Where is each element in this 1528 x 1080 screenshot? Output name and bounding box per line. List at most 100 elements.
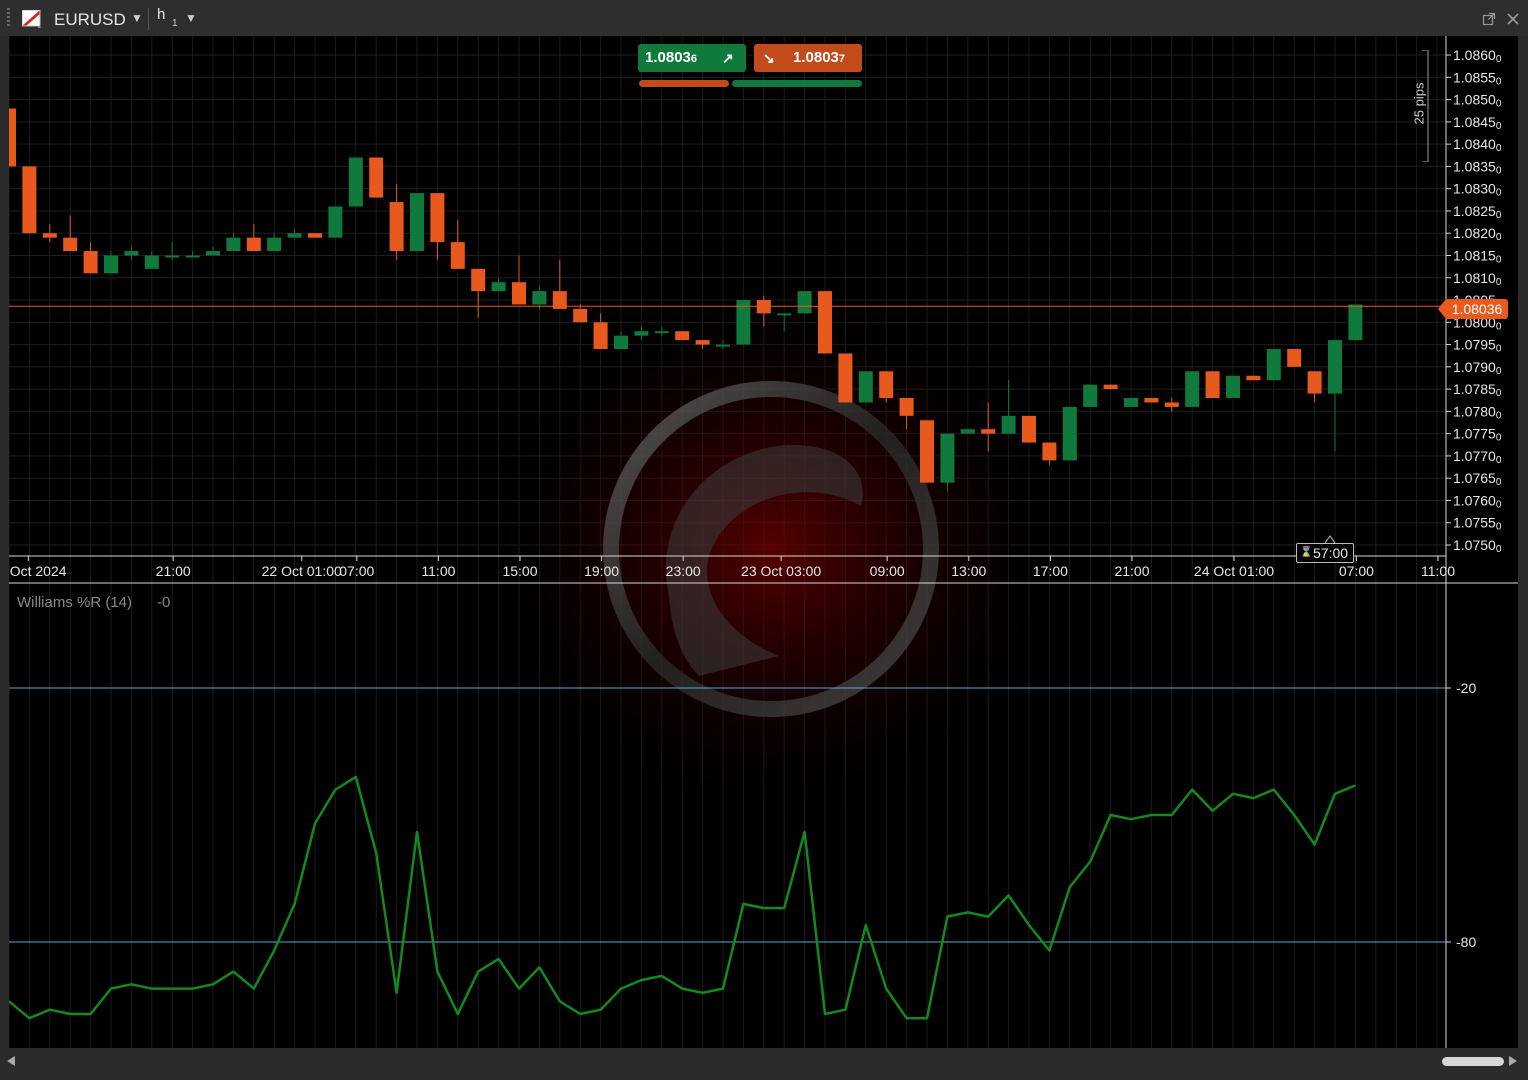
horizontal-scrollbar[interactable] (0, 1048, 1528, 1080)
price-axis-label-suffix: 0 (1496, 388, 1502, 399)
pips-ruler: 25 pips (1408, 50, 1430, 162)
price-axis-label: 1.07900 (1453, 359, 1502, 377)
close-icon[interactable] (1505, 11, 1521, 27)
pips-text: 25 pips (1411, 82, 1427, 125)
candle-body (675, 331, 690, 341)
price-axis-label-suffix: 0 (1496, 165, 1502, 176)
candle-body (1062, 406, 1077, 461)
candle-body (1307, 371, 1322, 394)
price-axis-label-suffix: 0 (1496, 499, 1502, 510)
candle-countdown: ⌛ 57:00 (1296, 543, 1354, 563)
countdown-value: 57:00 (1313, 545, 1349, 561)
hourglass-icon: ⌛ (1300, 547, 1313, 558)
price-axis-label-suffix: 0 (1496, 210, 1502, 221)
price-axis-label: 1.08550 (1453, 69, 1502, 87)
buy-price-pip: 7 (838, 53, 846, 65)
price-axis-label: 1.07950 (1453, 337, 1502, 355)
candle-body (430, 193, 445, 243)
candle-body (1124, 398, 1138, 407)
candle-body (410, 193, 424, 252)
time-axis-label: 19:00 (584, 563, 619, 579)
candle-body (532, 291, 547, 305)
candle-body (920, 420, 934, 483)
buy-button[interactable]: ↘ 1.08037 (754, 44, 862, 72)
price-axis-label: 1.07550 (1453, 515, 1502, 533)
price-axis-label-suffix: 0 (1496, 366, 1502, 377)
price-axis-label: 1.08500 (1453, 92, 1502, 110)
chart-title-bar: EURUSD ▼ h 1 ▼ (0, 0, 1528, 36)
indicator-level-label: -20 (1456, 680, 1476, 696)
time-axis-label: 13:00 (951, 563, 986, 579)
candle-body (634, 331, 649, 336)
price-axis-label-suffix: 0 (1496, 99, 1502, 110)
candle-body (899, 398, 914, 416)
flag-icon[interactable] (22, 10, 42, 28)
price-axis-label: 1.07650 (1453, 470, 1502, 488)
candle-body (348, 157, 363, 207)
time-axis-label: 23:00 (666, 563, 701, 579)
price-axis-label-suffix: 0 (1496, 54, 1502, 65)
scroll-left-icon[interactable] (6, 1055, 16, 1067)
price-axis-label-suffix: 0 (1496, 410, 1502, 421)
indicator-level-label: -80 (1456, 934, 1476, 950)
symbol-selector[interactable]: EURUSD (54, 10, 126, 30)
candle-body (206, 251, 220, 256)
chevron-down-icon[interactable]: ▼ (131, 11, 143, 25)
candle-body (246, 237, 261, 252)
detach-icon[interactable] (1482, 12, 1496, 26)
price-axis-label-suffix: 0 (1496, 433, 1502, 444)
sentiment-bar-sell (639, 80, 729, 87)
time-axis-label: 22 Oct 01:00 (262, 563, 342, 579)
sell-price: 1.0803 (645, 49, 691, 66)
price-axis-label: 1.07700 (1453, 448, 1502, 466)
price-axis-label: 1.07800 (1453, 403, 1502, 421)
sell-button[interactable]: 1.08036 ↗ (638, 44, 746, 72)
candle-body (1103, 384, 1118, 390)
chart-canvas[interactable]: 1.08600 1.08550 1.08500 1.08450 1.08400 1.083… (9, 36, 1518, 1048)
candle-body (512, 282, 526, 305)
price-axis-label: 1.08400 (1453, 136, 1502, 154)
candle-body (42, 233, 57, 238)
chart-area[interactable]: 1.08600 1.08550 1.08500 1.08450 1.08400 1.083… (9, 36, 1518, 1048)
candle-body (226, 237, 241, 252)
chevron-down-icon[interactable]: ▼ (185, 11, 197, 25)
price-axis-label-suffix: 0 (1496, 232, 1502, 243)
price-axis-label-suffix: 0 (1496, 477, 1502, 488)
timeframe-selector[interactable]: h (157, 6, 165, 23)
candle-body (144, 255, 159, 269)
countdown-pointer (1324, 535, 1336, 544)
candle-body (308, 233, 322, 238)
time-axis-label: 17:00 (1033, 563, 1068, 579)
time-axis-label: 21:00 (1114, 563, 1149, 579)
candle-body (83, 251, 98, 274)
candle-body (654, 331, 669, 334)
price-axis-label-suffix: 0 (1496, 121, 1502, 132)
candle-body (797, 291, 812, 314)
candle-body (981, 429, 996, 434)
current-price-tag: 1.08036 (1438, 299, 1508, 319)
candle-body (1266, 349, 1281, 381)
time-axis-label: 07:00 (1339, 563, 1374, 579)
candle-body (858, 371, 873, 403)
scroll-right-icon[interactable] (1508, 1055, 1518, 1067)
timeframe-period: 1 (172, 18, 178, 29)
scrollbar-thumb[interactable] (1442, 1057, 1504, 1066)
candle-body (287, 233, 302, 238)
time-axis-label: 07:00 (339, 563, 374, 579)
price-axis-label-suffix: 0 (1496, 188, 1502, 199)
indicator-title: Williams %R (14) (17, 594, 132, 611)
price-axis-label: 1.08600 (1453, 47, 1502, 65)
price-axis-label-suffix: 0 (1496, 344, 1502, 355)
indicator-value: -0 (157, 594, 170, 611)
price-axis-label: 1.08450 (1453, 114, 1502, 132)
sell-price-pip: 6 (690, 53, 698, 65)
candle-body (165, 255, 180, 258)
candle-body (1246, 375, 1261, 381)
drag-handle[interactable] (7, 8, 10, 28)
watermark-logo (471, 279, 1071, 819)
candle-body (124, 251, 139, 256)
price-axis-label-suffix: 0 (1496, 76, 1502, 87)
candle-body (63, 237, 78, 252)
candle-body (104, 255, 118, 274)
candle-body (1348, 304, 1363, 341)
